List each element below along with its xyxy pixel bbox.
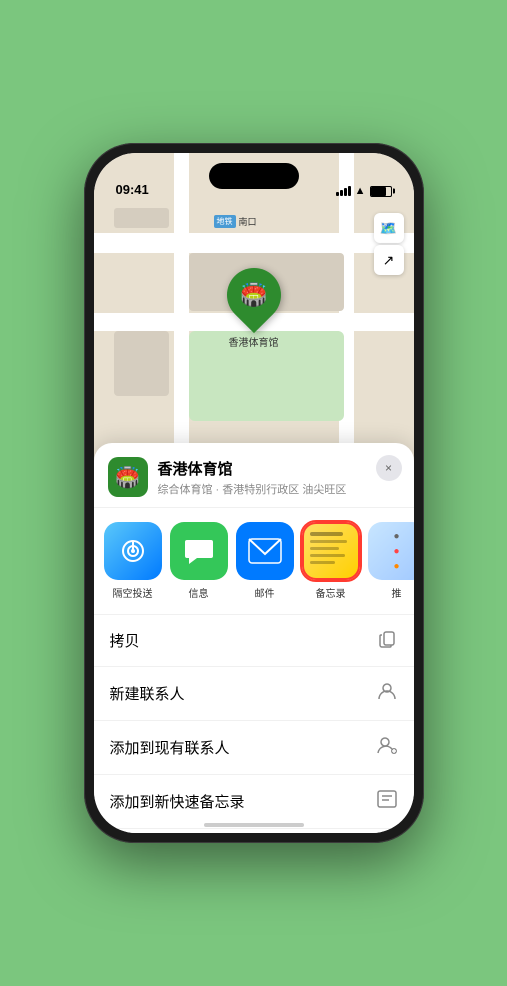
stadium-marker: 🏟️ 香港体育馆 (227, 268, 281, 349)
action-add-contact[interactable]: 添加到现有联系人 (94, 721, 414, 775)
status-time: 09:41 (116, 182, 149, 197)
signal-icon (336, 186, 351, 196)
battery-icon (370, 186, 392, 197)
mail-label: 邮件 (255, 585, 275, 600)
quick-note-label: 添加到新快速备忘录 (110, 791, 245, 812)
copy-label: 拷贝 (110, 630, 140, 651)
quick-note-icon (376, 788, 398, 815)
share-row: 隔空投送 信息 (94, 508, 414, 615)
notes-label: 备忘录 (316, 585, 346, 600)
venue-name: 香港体育馆 (158, 458, 400, 479)
venue-info: 香港体育馆 综合体育馆 · 香港特别行政区 油尖旺区 (158, 458, 400, 497)
message-label: 信息 (189, 585, 209, 600)
marker-label: 香港体育馆 (229, 334, 279, 349)
phone-frame: 09:41 ▲ (84, 143, 424, 843)
venue-subtitle: 综合体育馆 · 香港特别行政区 油尖旺区 (158, 481, 400, 497)
map-controls: 🗺️ ↗ (374, 213, 404, 275)
close-button[interactable]: × (376, 455, 402, 481)
more-label: 推 (392, 585, 402, 600)
message-icon (170, 522, 228, 580)
status-icons: ▲ (336, 185, 392, 197)
venue-icon: 🏟️ (108, 457, 148, 497)
action-print[interactable]: 打印 (94, 829, 414, 833)
map-view-button[interactable]: 🗺️ (374, 213, 404, 243)
home-indicator (204, 823, 304, 827)
add-contact-icon (376, 734, 398, 761)
phone-screen: 09:41 ▲ (94, 153, 414, 833)
add-contact-label: 添加到现有联系人 (110, 737, 230, 758)
action-copy[interactable]: 拷贝 (94, 615, 414, 667)
wifi-icon: ▲ (355, 185, 366, 197)
mail-icon (236, 522, 294, 580)
notes-icon (302, 522, 360, 580)
airdrop-label: 隔空投送 (113, 585, 153, 600)
map-south-gate-label: 地铁 南口 (214, 215, 257, 228)
airdrop-icon (104, 522, 162, 580)
new-contact-icon (376, 680, 398, 707)
action-quick-note[interactable]: 添加到新快速备忘录 (94, 775, 414, 829)
bottom-sheet: 🏟️ 香港体育馆 综合体育馆 · 香港特别行政区 油尖旺区 × (94, 443, 414, 833)
share-item-message[interactable]: 信息 (170, 522, 228, 600)
share-item-more[interactable]: ● ● ● 推 (368, 522, 414, 600)
copy-icon (378, 628, 398, 653)
action-new-contact[interactable]: 新建联系人 (94, 667, 414, 721)
share-item-airdrop[interactable]: 隔空投送 (104, 522, 162, 600)
map-location-button[interactable]: ↗ (374, 245, 404, 275)
share-item-mail[interactable]: 邮件 (236, 522, 294, 600)
stadium-icon: 🏟️ (240, 282, 267, 308)
dynamic-island (209, 163, 299, 189)
venue-header: 🏟️ 香港体育馆 综合体育馆 · 香港特别行政区 油尖旺区 × (94, 443, 414, 508)
action-list: 拷贝 新建联系人 (94, 615, 414, 833)
new-contact-label: 新建联系人 (110, 683, 185, 704)
share-item-notes[interactable]: 备忘录 (302, 522, 360, 600)
more-icon: ● ● ● (368, 522, 414, 580)
